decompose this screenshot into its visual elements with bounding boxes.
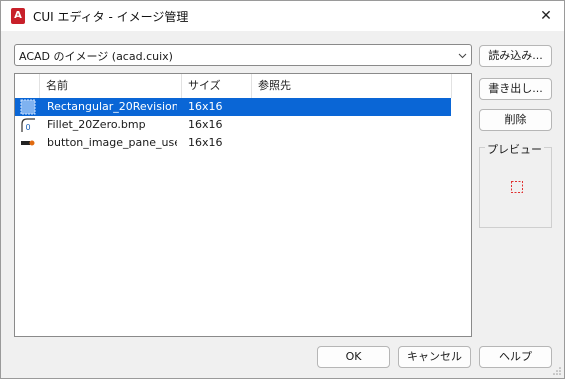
list-header: 名前 サイズ 参照先 [15,74,471,98]
column-header-size[interactable]: サイズ [182,74,252,98]
table-row[interactable]: button_image_pane_use... 16x16 [15,134,451,152]
row-name: Rectangular_20Revision... [47,100,177,113]
window-title: CUI エディタ - イメージ管理 [33,10,189,24]
cancel-button[interactable]: キャンセル [398,346,471,368]
row-name: Fillet_20Zero.bmp [47,118,146,131]
button-image-icon [21,140,35,146]
ok-button[interactable]: OK [317,346,390,368]
column-header-reference[interactable]: 参照先 [252,74,452,98]
app-icon: A [11,8,25,24]
svg-text:0: 0 [25,123,30,132]
row-size: 16x16 [188,118,223,131]
table-row[interactable]: Rectangular_20Revision... 16x16 [15,98,451,116]
image-source-select[interactable]: ACAD のイメージ (acad.cuix) [14,44,472,66]
table-row[interactable]: 0 Fillet_20Zero.bmp 16x16 [15,116,451,134]
preview-panel [479,147,552,228]
delete-button[interactable]: 削除 [479,109,552,131]
row-name: button_image_pane_use... [47,136,177,149]
image-manager-dialog: A CUI エディタ - イメージ管理 ✕ ACAD のイメージ (acad.c… [0,0,565,379]
fillet-zero-icon: 0 [21,118,35,132]
row-size: 16x16 [188,100,223,113]
image-source-value: ACAD のイメージ (acad.cuix) [19,50,173,63]
load-button[interactable]: 読み込み... [479,45,552,67]
column-header-icon [15,74,40,98]
close-button[interactable]: ✕ [531,5,561,27]
help-button[interactable]: ヘルプ [479,346,552,368]
title-bar: A CUI エディタ - イメージ管理 ✕ [1,1,564,31]
export-button[interactable]: 書き出し... [479,78,552,100]
preview-label: プレビュー [485,141,544,157]
column-header-name[interactable]: 名前 [40,74,182,98]
resize-grip-icon[interactable] [552,366,562,376]
row-size: 16x16 [188,136,223,149]
chevron-down-icon [458,53,467,59]
rectangle-revision-icon [20,99,36,115]
image-list[interactable]: 名前 サイズ 参照先 Rectangular_20Revision... 16x… [14,73,472,337]
preview-rectangle-revision-icon [511,181,523,193]
